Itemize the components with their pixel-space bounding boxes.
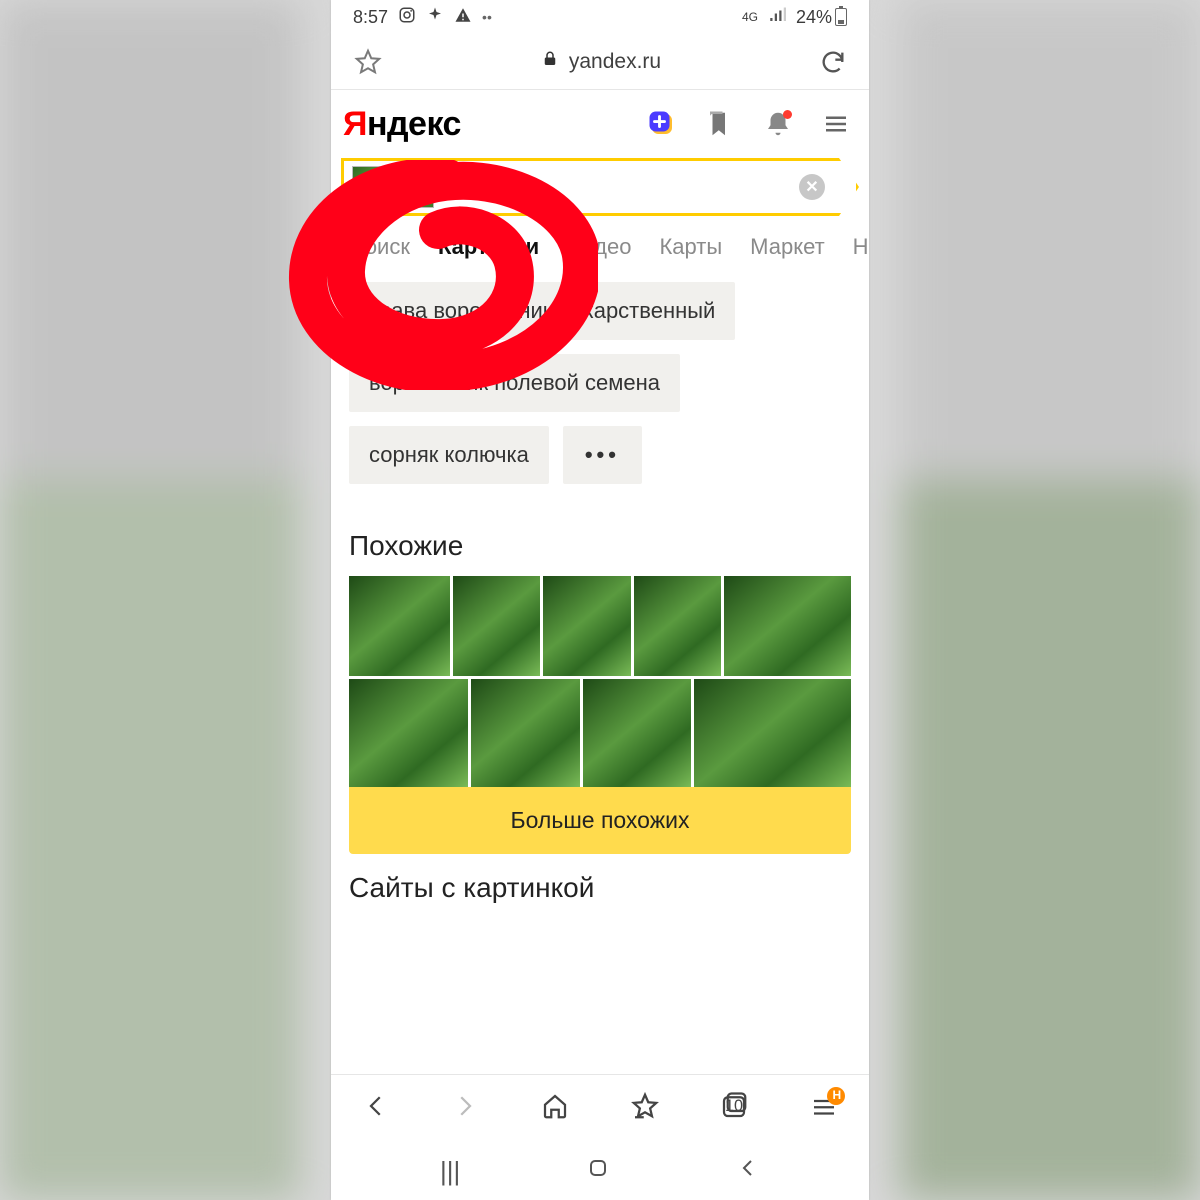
browser-bottom-nav: 10 Н [331, 1074, 869, 1142]
tab-maps[interactable]: Карты [659, 234, 722, 260]
similar-image[interactable] [453, 576, 541, 676]
url-display[interactable]: yandex.ru [541, 50, 661, 74]
warning-icon [454, 6, 472, 29]
more-similar-button[interactable]: Больше похожих [349, 787, 851, 854]
zen-plus-icon[interactable] [647, 109, 677, 139]
similar-image[interactable] [634, 576, 722, 676]
lock-icon [541, 50, 559, 74]
nav-forward-icon [450, 1091, 480, 1126]
suggestion-chip[interactable]: трава воробейник лекарственный [349, 282, 735, 340]
search-tabs: Поиск Картинки Видео Карты Маркет Новост… [331, 216, 869, 272]
phone-frame: 8:57 •• 4G 24% [331, 0, 869, 1200]
nav-tabs-icon[interactable]: 10 [719, 1091, 749, 1126]
yandex-header: Яндекс [331, 90, 869, 158]
suggestion-more-button[interactable]: ••• [563, 426, 642, 484]
similar-image[interactable] [349, 576, 450, 676]
logo-ya: Я [343, 105, 367, 143]
similar-image[interactable] [583, 679, 691, 787]
url-host-text: yandex.ru [569, 50, 661, 74]
search-query-thumbnail[interactable] [352, 166, 434, 208]
suggestion-chips: трава воробейник лекарственный воробейни… [331, 272, 869, 512]
status-time: 8:57 [353, 7, 388, 28]
nav-menu-badge: Н [832, 1088, 841, 1102]
sysnav-back-icon[interactable] [736, 1156, 760, 1187]
similar-image[interactable] [724, 576, 851, 676]
nav-menu-icon[interactable]: Н [809, 1091, 839, 1126]
bookmark-star-icon[interactable] [353, 47, 383, 77]
tab-search[interactable]: Поиск [349, 234, 410, 260]
notification-dot [783, 110, 792, 119]
nav-home-icon[interactable] [540, 1091, 570, 1126]
tab-video[interactable]: Видео [567, 234, 631, 260]
more-dots-icon: •• [482, 9, 492, 25]
instagram-icon [398, 6, 416, 29]
similar-image[interactable] [543, 576, 631, 676]
battery-indicator: 24% [796, 7, 847, 28]
sysnav-home-icon[interactable] [586, 1156, 610, 1187]
clear-search-icon[interactable]: ✕ [799, 174, 825, 200]
tab-market[interactable]: Маркет [750, 234, 825, 260]
suggestion-chip[interactable]: сорняк колючка [349, 426, 549, 484]
notifications-bell-icon[interactable] [763, 109, 793, 139]
similar-image[interactable] [471, 679, 579, 787]
collections-icon[interactable] [705, 109, 735, 139]
battery-icon [835, 8, 847, 26]
nav-bookmarks-icon[interactable] [630, 1091, 660, 1126]
background-blur-left [0, 0, 300, 1200]
sysnav-recents-icon[interactable]: ||| [440, 1156, 460, 1187]
hamburger-menu-icon[interactable] [821, 109, 851, 139]
background-blur-right [900, 0, 1200, 1200]
similar-image[interactable] [694, 679, 851, 787]
reload-icon[interactable] [819, 48, 847, 76]
logo-rest: ндекс [367, 105, 461, 143]
svg-text:10: 10 [725, 1097, 743, 1115]
network-4g-icon: 4G [742, 10, 758, 24]
yandex-logo[interactable]: Яндекс [343, 105, 461, 144]
similar-images-grid [349, 576, 851, 787]
sites-heading: Сайты с картинкой [331, 854, 869, 918]
similar-image[interactable] [349, 679, 468, 787]
nav-back-icon[interactable] [361, 1091, 391, 1126]
android-system-nav: ||| [331, 1142, 869, 1200]
android-status-bar: 8:57 •• 4G 24% [331, 0, 869, 34]
tab-images[interactable]: Картинки [438, 234, 539, 260]
image-search-box[interactable]: ✕ [341, 158, 859, 216]
similar-heading: Похожие [331, 512, 869, 576]
suggestion-chip[interactable]: воробейник полевой семена [349, 354, 680, 412]
sparkle-icon [426, 6, 444, 29]
tab-news[interactable]: Новости [853, 234, 869, 260]
battery-percent: 24% [796, 7, 832, 28]
browser-url-bar: yandex.ru [331, 34, 869, 90]
signal-icon [768, 6, 786, 29]
